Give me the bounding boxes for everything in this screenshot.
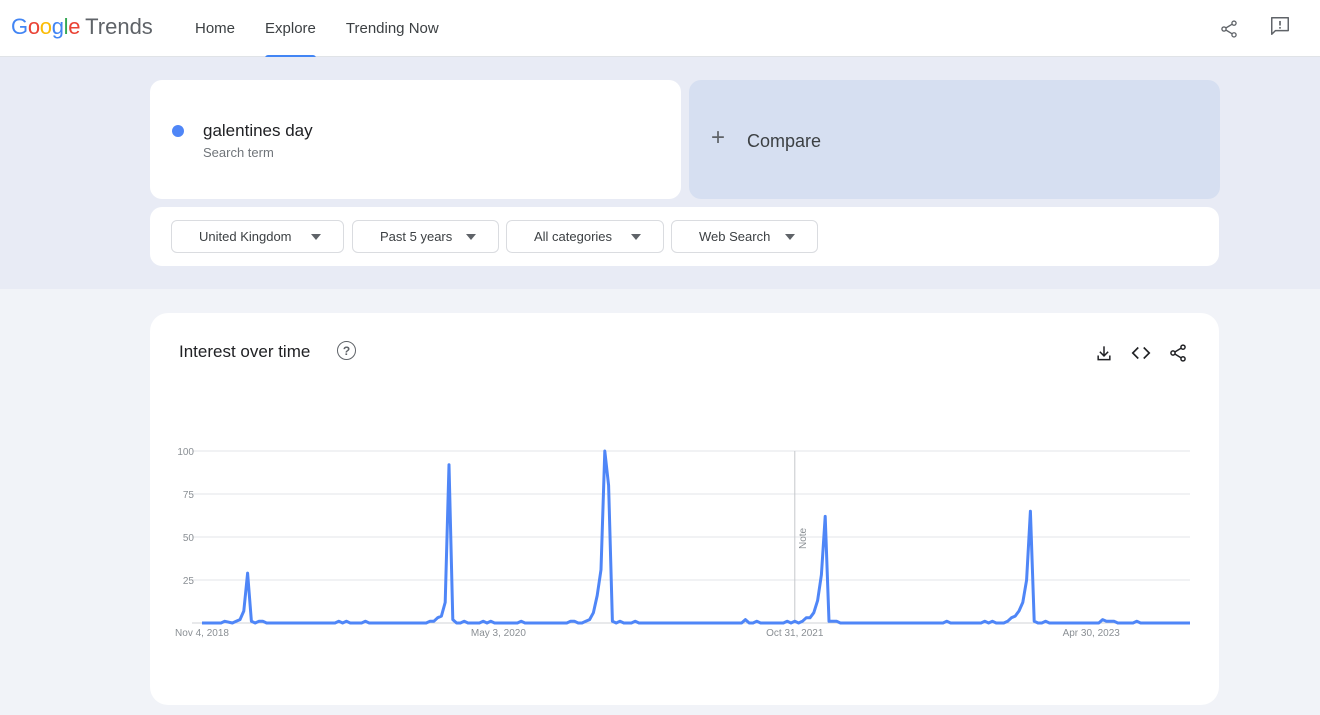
term-color-dot xyxy=(172,125,184,137)
feedback-icon[interactable] xyxy=(1267,13,1293,39)
plus-icon: + xyxy=(711,124,726,151)
search-term-card[interactable]: galentines day Search term xyxy=(150,80,681,199)
chart-grid xyxy=(192,450,1190,624)
interest-over-time-card: Interest over time ? 25 50 75 100 Nov 4, 20… xyxy=(150,313,1219,705)
logo-google: Google xyxy=(11,14,81,39)
category-dropdown[interactable]: All categories xyxy=(506,220,664,253)
note-marker[interactable]: Note xyxy=(794,451,809,623)
nav-trending-now[interactable]: Trending Now xyxy=(331,0,454,57)
time-range-dropdown-label: Past 5 years xyxy=(380,229,453,244)
search-term-name[interactable]: galentines day xyxy=(203,121,313,141)
y-tick-label: 75 xyxy=(183,490,195,501)
search-type-dropdown-label: Web Search xyxy=(699,229,771,244)
search-type-dropdown[interactable]: Web Search xyxy=(671,220,818,253)
search-term-type: Search term xyxy=(203,145,274,160)
interest-line-chart: 25 50 75 100 Nov 4, 2018 May 3, 2020 Oct 31, … xyxy=(175,447,1190,639)
x-tick-label: May 3, 2020 xyxy=(471,628,526,639)
top-bar: Google Trends Home Explore Trending Now xyxy=(0,0,1320,58)
caret-down-icon xyxy=(311,234,321,240)
nav-explore[interactable]: Explore xyxy=(250,0,331,58)
google-trends-logo[interactable]: Google Trends xyxy=(11,14,153,44)
x-axis-ticks: Nov 4, 2018 May 3, 2020 Oct 31, 2021 Apr 30… xyxy=(175,628,1120,639)
region-dropdown-label: United Kingdom xyxy=(199,229,292,244)
y-axis-ticks: 25 50 75 100 xyxy=(177,447,194,587)
time-range-dropdown[interactable]: Past 5 years xyxy=(352,220,499,253)
y-tick-label: 50 xyxy=(183,533,195,544)
filter-bar: United Kingdom Past 5 years All categori… xyxy=(150,207,1219,266)
compare-label: Compare xyxy=(747,131,822,151)
x-tick-label: Oct 31, 2021 xyxy=(766,628,824,639)
caret-down-icon xyxy=(466,234,476,240)
compare-button[interactable]: + Compare xyxy=(689,80,1220,199)
caret-down-icon xyxy=(631,234,641,240)
y-tick-label: 25 xyxy=(183,576,195,587)
x-tick-label: Apr 30, 2023 xyxy=(1063,628,1121,639)
y-tick-label: 100 xyxy=(177,447,194,458)
category-dropdown-label: All categories xyxy=(534,229,613,244)
note-label[interactable]: Note xyxy=(798,527,809,549)
share-icon[interactable] xyxy=(1216,16,1242,42)
region-dropdown[interactable]: United Kingdom xyxy=(171,220,344,253)
x-tick-label: Nov 4, 2018 xyxy=(175,628,229,639)
nav-home[interactable]: Home xyxy=(180,0,250,57)
caret-down-icon xyxy=(785,234,795,240)
logo-trends: Trends xyxy=(85,14,153,39)
main-nav: Home Explore Trending Now xyxy=(180,0,454,58)
